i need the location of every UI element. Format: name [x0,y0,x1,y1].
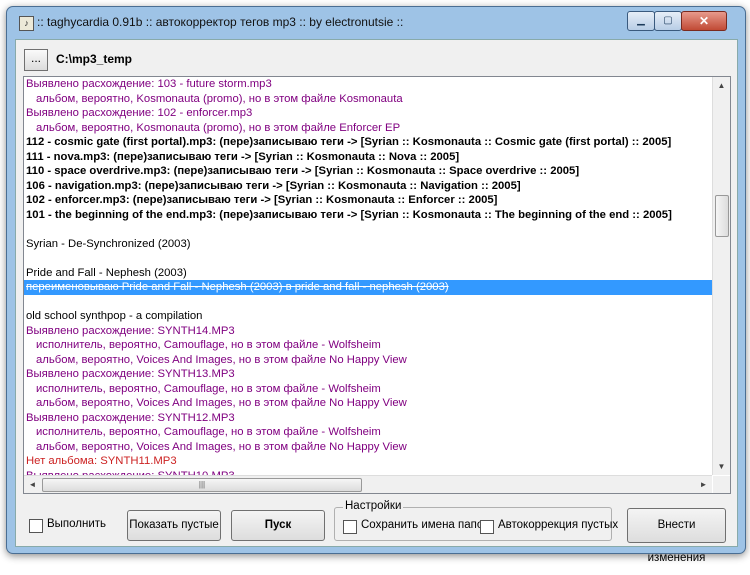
execute-checkbox-label[interactable]: Выполнить [47,518,106,530]
log-line[interactable]: альбом, вероятно, Kosmonauta (promo), но… [24,92,712,107]
log-line[interactable]: альбом, вероятно, Voices And Images, но … [24,396,712,411]
apply-changes-button[interactable]: Внести изменения [627,508,726,564]
execute-checkbox[interactable] [29,519,43,533]
app-icon: ♪ [19,16,34,31]
show-empty-button[interactable]: Показать пустые [127,510,221,541]
browse-folder-button[interactable]: ... [24,49,48,71]
horizontal-scroll-thumb[interactable]: ||| [42,478,362,492]
settings-group: Настройки Сохранить имена папок Автокорр… [334,500,618,541]
vertical-scroll-thumb[interactable] [715,195,729,237]
log-line[interactable] [24,251,712,266]
log-line[interactable]: исполнитель, вероятно, Camouflage, но в … [24,382,712,397]
scroll-down-arrow-icon[interactable]: ▼ [713,458,730,475]
scrollbar-corner [713,476,730,493]
log-line[interactable] [24,222,712,237]
start-button[interactable]: Пуск [231,510,325,541]
scroll-left-arrow-icon[interactable]: ◄ [24,476,41,493]
log-line[interactable]: исполнитель, вероятно, Camouflage, но в … [24,338,712,353]
maximize-button[interactable]: ▢ [654,11,682,31]
log-line-selected[interactable]: переименовываю Pride and Fall - Nephesh … [24,280,712,295]
current-path-label: C:\mp3_temp [56,52,133,66]
log-line[interactable]: Выявлено расхождение: 103 - future storm… [24,77,712,92]
log-line[interactable]: Выявлено расхождение: SYNTH14.MP3 [24,324,712,339]
horizontal-scrollbar[interactable]: ◄ ||| ► [24,475,712,493]
log-line[interactable]: 110 - space overdrive.mp3: (пере)записыв… [24,164,712,179]
keep-folder-names-checkbox[interactable] [343,520,357,534]
minimize-button[interactable]: ▁ [627,11,655,31]
autocorrect-empty-label[interactable]: Автокоррекция пустых [498,519,618,531]
log-line[interactable]: Выявлено расхождение: SYNTH13.MP3 [24,367,712,382]
log-listbox[interactable]: Выявлено расхождение: 103 - future storm… [23,76,731,494]
log-line[interactable]: 106 - navigation.mp3: (пере)записываю те… [24,179,712,194]
title-bar[interactable]: ♪ :: taghycardia 0.91b :: автокорректор … [7,7,745,35]
app-window: ♪ :: taghycardia 0.91b :: автокорректор … [6,6,746,564]
log-line[interactable]: альбом, вероятно, Voices And Images, но … [24,353,712,368]
log-line[interactable]: Выявлено расхождение: SYNTH12.MP3 [24,411,712,426]
log-line[interactable]: 102 - enforcer.mp3: (пере)записываю теги… [24,193,712,208]
log-line[interactable]: Выявлено расхождение: 102 - enforcer.mp3 [24,106,712,121]
log-line[interactable]: Syrian - De-Synchronized (2003) [24,237,712,252]
settings-group-title: Настройки [343,500,404,512]
log-line[interactable]: Нет альбома: SYNTH11.MP3 [24,454,712,469]
close-button[interactable]: ✕ [681,11,727,31]
log-line[interactable]: альбом, вероятно, Voices And Images, но … [24,440,712,455]
window-title: :: taghycardia 0.91b :: автокорректор те… [37,15,404,29]
keep-folder-names-label[interactable]: Сохранить имена папок [361,519,488,531]
log-content: Выявлено расхождение: 103 - future storm… [24,77,712,475]
log-line[interactable] [24,295,712,310]
log-line[interactable]: исполнитель, вероятно, Camouflage, но в … [24,425,712,440]
log-line[interactable]: альбом, вероятно, Kosmonauta (promo), но… [24,121,712,136]
log-line[interactable]: old school synthpop - a compilation [24,309,712,324]
log-line[interactable]: 101 - the beginning of the end.mp3: (пер… [24,208,712,223]
log-line[interactable]: 111 - nova.mp3: (пере)записываю теги -> … [24,150,712,165]
scroll-up-arrow-icon[interactable]: ▲ [713,77,730,94]
autocorrect-empty-checkbox[interactable] [480,520,494,534]
vertical-scrollbar[interactable]: ▲ ▼ [712,77,730,475]
scroll-right-arrow-icon[interactable]: ► [695,476,712,493]
log-line[interactable]: 112 - cosmic gate (first portal).mp3: (п… [24,135,712,150]
client-area: ... C:\mp3_temp Выявлено расхождение: 10… [15,39,738,564]
log-line[interactable]: Pride and Fall - Nephesh (2003) [24,266,712,281]
